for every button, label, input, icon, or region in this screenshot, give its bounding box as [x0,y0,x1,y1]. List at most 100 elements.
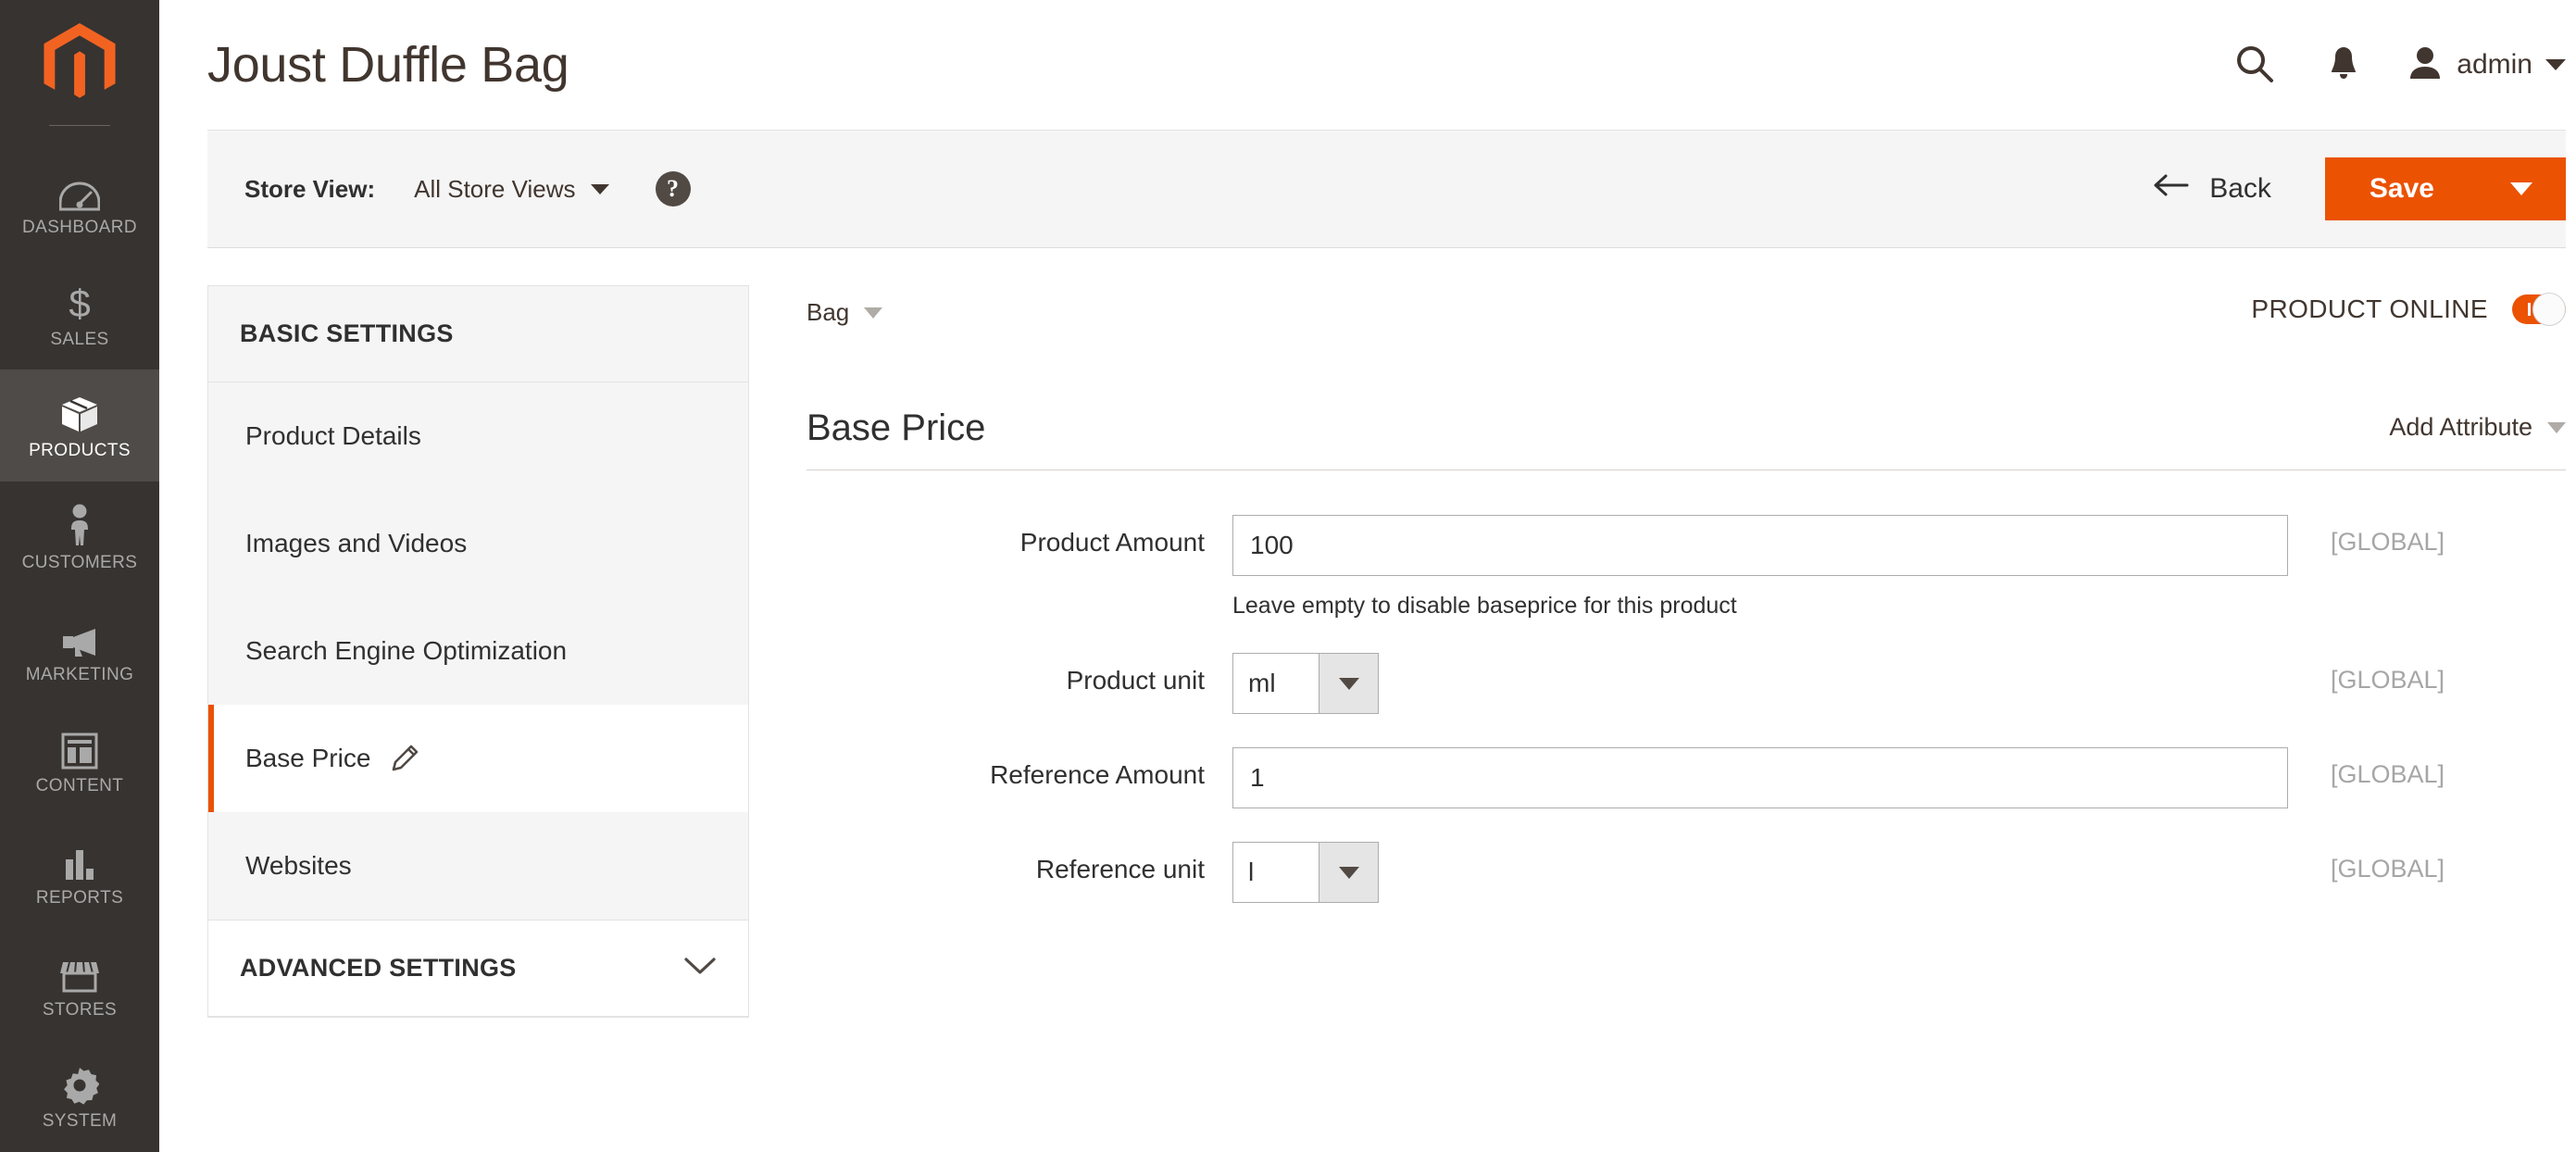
sidebar-item-label: CUSTOMERS [21,552,138,572]
basic-settings-group: BASIC SETTINGS Product Details Images an… [207,285,749,1018]
reference-unit-select[interactable]: l [1232,842,1379,903]
megaphone-icon [58,616,101,658]
attribute-set-select[interactable]: Bag [807,285,883,327]
sidebar-item-dashboard[interactable]: DASHBOARD [0,146,159,258]
page-toolbar: Store View: All Store Views ? Back Save [207,130,2566,248]
dashboard-icon [59,169,100,211]
field-control: ml [1232,653,2288,714]
sidebar-item-label: DASHBOARD [22,217,137,237]
main-sidebar: DASHBOARD $ SALES PRODUCTS CUSTOMERS MAR… [0,0,159,1152]
toggle-knob [2532,293,2566,326]
section-item-label: Product Details [245,421,421,450]
store-view-label: Store View: [244,174,376,203]
sidebar-item-reports[interactable]: REPORTS [0,817,159,929]
sidebar-item-label: SYSTEM [42,1111,118,1132]
basic-settings-title: BASIC SETTINGS [240,319,454,347]
sidebar-item-products[interactable]: PRODUCTS [0,369,159,482]
attribute-set-value: Bag [807,298,850,326]
back-label: Back [2209,173,2271,204]
sidebar-item-system[interactable]: SYSTEM [0,1040,159,1152]
settings-panel: BASIC SETTINGS Product Details Images an… [207,285,749,1018]
field-label: Reference unit [1035,855,1205,883]
base-price-form: Product Amount Leave empty to disable ba… [807,515,2566,903]
section-item-search-engine-optimization[interactable]: Search Engine Optimization [208,597,748,705]
store-view-select[interactable]: All Store Views [375,174,609,204]
page-header: Joust Duffle Bag admin [159,0,2576,130]
product-unit-select[interactable]: ml [1232,653,1379,714]
field-note: Leave empty to disable baseprice for thi… [1232,593,1737,619]
search-button[interactable] [2229,39,2281,91]
field-control: Leave empty to disable baseprice for thi… [1232,515,2288,620]
field-control: l [1232,842,2288,903]
base-price-title-row: Base Price Add Attribute [807,407,2566,449]
sidebar-item-customers[interactable]: CUSTOMERS [0,482,159,594]
section-content: Bag PRODUCT ONLINE Base Price Add Attrib… [749,285,2566,1018]
chevron-down-icon [1338,866,1359,879]
magento-logo[interactable] [0,0,159,125]
notifications-button[interactable] [2318,39,2370,91]
search-icon [2235,44,2274,86]
section-item-websites[interactable]: Websites [208,812,748,920]
product-amount-input[interactable] [1232,515,2288,576]
sidebar-item-label: REPORTS [35,887,124,908]
product-online-toggle[interactable] [2512,293,2566,326]
basic-settings-items: Product Details Images and Videos Search… [208,382,748,920]
header-actions: admin [2229,39,2566,91]
toggle-on-bar [2528,303,2531,316]
bell-icon [2327,45,2360,85]
arrow-left-icon [2154,173,2189,205]
section-item-product-details[interactable]: Product Details [208,382,748,490]
sidebar-item-label: PRODUCTS [29,441,131,461]
section-item-label: Search Engine Optimization [245,636,568,665]
admin-menu[interactable]: admin [2407,45,2566,85]
sidebar-item-label: CONTENT [35,776,124,796]
box-icon [59,392,100,434]
field-label: Product unit [1066,666,1205,695]
store-view-value: All Store Views [414,174,576,203]
pencil-icon [391,745,419,772]
user-avatar-icon [2407,45,2444,85]
sidebar-item-label: STORES [42,999,118,1020]
save-options-button[interactable] [2477,157,2566,220]
section-item-base-price[interactable]: Base Price [208,705,748,812]
basic-settings-header[interactable]: BASIC SETTINGS [208,286,748,382]
chevron-down-icon [2545,59,2566,70]
save-button[interactable]: Save [2324,157,2477,220]
help-icon[interactable]: ? [655,171,691,207]
person-icon [66,504,94,546]
field-scope: [GLOBAL] [2331,666,2445,694]
save-split-button: Save [2324,157,2566,220]
field-row-product-unit: Product unit ml [GLOBAL] [807,653,2566,714]
field-scope: [GLOBAL] [2331,528,2445,556]
chevron-down-icon [683,954,717,983]
base-price-title: Base Price [807,407,986,448]
content-top-row: Bag PRODUCT ONLINE [807,285,2566,374]
page-container: Joust Duffle Bag admin Store View: All S… [159,0,2576,1152]
field-row-reference-unit: Reference unit l [GLOBAL] [807,842,2566,903]
sidebar-item-marketing[interactable]: MARKETING [0,594,159,706]
product-unit-value: ml [1248,669,1276,697]
field-scope: [GLOBAL] [2331,760,2445,788]
field-scope: [GLOBAL] [2331,855,2445,883]
sidebar-divider [49,125,110,127]
storefront-icon [59,951,100,994]
back-button[interactable]: Back [2154,173,2325,205]
section-item-images-and-videos[interactable]: Images and Videos [208,490,748,597]
chevron-down-icon [1338,677,1359,690]
toolbar-actions: Back Save [2154,157,2566,220]
field-control [1232,747,2288,808]
product-online-label: PRODUCT ONLINE [2251,294,2488,323]
sidebar-item-content[interactable]: CONTENT [0,705,159,817]
add-attribute-label: Add Attribute [2389,413,2532,441]
product-online-group: PRODUCT ONLINE [2251,285,2566,326]
field-row-product-amount: Product Amount Leave empty to disable ba… [807,515,2566,620]
layout-icon [61,727,98,770]
sidebar-item-label: SALES [50,329,109,349]
sidebar-item-stores[interactable]: STORES [0,929,159,1041]
sidebar-item-sales[interactable]: $ SALES [0,258,159,370]
field-row-reference-amount: Reference Amount [GLOBAL] [807,747,2566,808]
add-attribute-button[interactable]: Add Attribute [2389,413,2566,449]
reference-amount-input[interactable] [1232,747,2288,808]
magento-logo-icon [44,22,116,98]
advanced-settings-header[interactable]: ADVANCED SETTINGS [208,920,748,1017]
